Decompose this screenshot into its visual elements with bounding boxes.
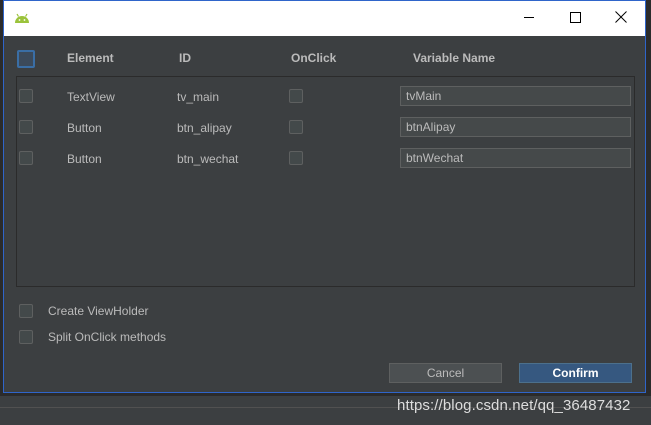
watermark-text: https://blog.csdn.net/qq_36487432 — [397, 397, 631, 414]
split-onclick-checkbox[interactable] — [19, 330, 33, 344]
maximize-icon — [569, 11, 581, 26]
variable-name-input[interactable] — [400, 148, 631, 168]
row-onclick-checkbox[interactable] — [289, 151, 303, 165]
row-id: btn_alipay — [177, 121, 232, 135]
column-header-id: ID — [179, 51, 191, 65]
row-select-checkbox[interactable] — [19, 151, 33, 165]
variable-name-input[interactable] — [400, 86, 631, 106]
column-header-element: Element — [67, 51, 114, 65]
column-header-onclick: OnClick — [291, 51, 337, 65]
row-element: Button — [67, 152, 102, 166]
variable-name-input[interactable] — [400, 117, 631, 137]
row-onclick-checkbox[interactable] — [289, 120, 303, 134]
row-id: tv_main — [177, 90, 220, 104]
close-button[interactable] — [598, 1, 644, 36]
select-all-checkbox[interactable] — [17, 50, 35, 68]
create-viewholder-checkbox[interactable] — [19, 304, 33, 318]
android-icon — [13, 11, 31, 25]
find-view-dialog: Element ID OnClick Variable Name TextVie… — [3, 0, 646, 393]
confirm-button[interactable]: Confirm — [519, 363, 632, 383]
column-header-variable-name: Variable Name — [413, 51, 496, 65]
row-select-checkbox[interactable] — [19, 89, 33, 103]
row-element: TextView — [67, 90, 115, 104]
minimize-icon — [523, 12, 535, 26]
cancel-button[interactable]: Cancel — [389, 363, 502, 383]
row-id: btn_wechat — [177, 152, 239, 166]
split-onclick-label: Split OnClick methods — [48, 330, 167, 344]
elements-table — [16, 76, 635, 287]
minimize-button[interactable] — [506, 1, 552, 36]
title-bar — [4, 1, 645, 36]
maximize-button[interactable] — [552, 1, 598, 36]
row-onclick-checkbox[interactable] — [289, 89, 303, 103]
close-icon — [615, 11, 627, 26]
row-element: Button — [67, 121, 102, 135]
create-viewholder-label: Create ViewHolder — [48, 304, 149, 318]
row-select-checkbox[interactable] — [19, 120, 33, 134]
